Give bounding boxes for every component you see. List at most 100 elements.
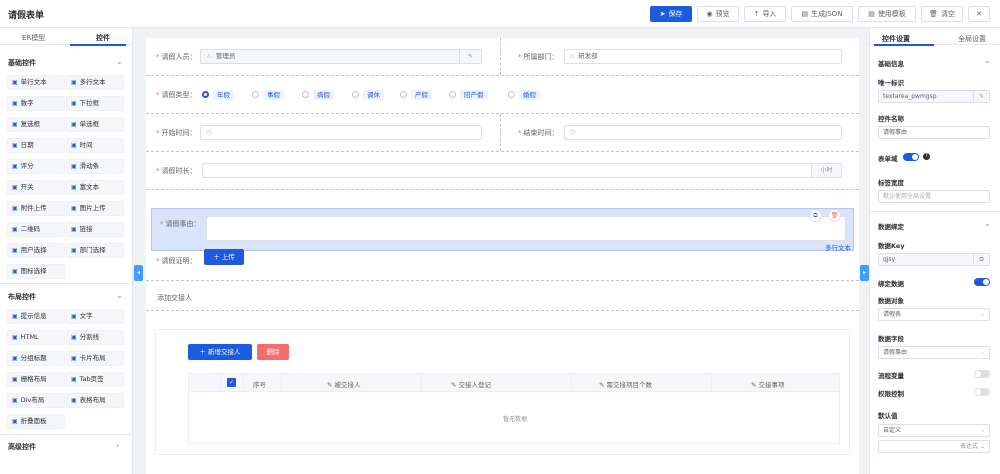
palette-item[interactable]: ▣ 分组标题 <box>7 351 65 366</box>
reason-textarea[interactable] <box>206 216 846 241</box>
generate-json-button[interactable]: ▤ 生成JSON <box>791 6 853 22</box>
palette-item[interactable]: ▣ 二维码 <box>7 222 65 237</box>
column-divider <box>220 374 221 391</box>
edit-icon[interactable]: ✎ <box>973 91 989 102</box>
column-divider <box>500 114 501 151</box>
palette-item[interactable]: ▣ 富文本 <box>66 180 124 195</box>
upload-button[interactable]: ＋ 上传 <box>204 249 244 265</box>
chevron-down-icon[interactable]: ⌄ <box>984 56 991 65</box>
palette-item[interactable]: ▣ 开关 <box>7 180 65 195</box>
clear-button[interactable]: 🗑 清空 <box>921 6 963 22</box>
basic-info-title[interactable]: 基础信息 <box>878 58 904 68</box>
tab-controls[interactable]: 控件 <box>96 33 110 43</box>
chevron-down-icon[interactable]: ⌄ <box>116 291 123 300</box>
palette-item[interactable]: ▣ 多行文本 <box>66 75 124 90</box>
palette-item[interactable]: ▣ 图片上传 <box>66 201 124 216</box>
data-key-field[interactable]: qjsy ⧉ <box>878 253 990 266</box>
permission-toggle[interactable] <box>974 388 990 396</box>
handover-subform: ＋ 新增交接人 删除 ✓ 序号 ✎ 被交接人 ✎ 交接人登记 ✎ 需交接项目个数… <box>155 329 850 455</box>
palette-item[interactable]: ▣ 链接 <box>66 222 124 237</box>
expression-input[interactable]: 表达式 ⌄ <box>878 440 990 453</box>
leave-type-radio[interactable]: 调休 <box>352 89 384 100</box>
bind-data-toggle[interactable] <box>974 278 990 286</box>
preview-button[interactable]: ◉ 预览 <box>697 6 739 22</box>
palette-item[interactable]: ▣ 图标选择 <box>7 264 65 279</box>
end-time-picker[interactable]: ◷ <box>564 125 842 140</box>
leave-type-radio[interactable]: 陪产假 <box>449 89 488 100</box>
radio-label: 婚假 <box>519 90 540 100</box>
close-button[interactable]: ✕ <box>968 6 990 22</box>
start-time-picker[interactable]: ◷ <box>200 125 482 140</box>
data-binding-title[interactable]: 数据绑定 <box>878 221 904 231</box>
import-button[interactable]: ⇡ 导入 <box>744 6 786 22</box>
trash-icon: 🗑 <box>929 10 938 18</box>
edit-icon: ✎ <box>451 381 459 389</box>
label-width-input[interactable]: 默认使用全局设置 <box>878 190 990 203</box>
divider <box>146 310 859 311</box>
data-object-select[interactable]: 请假表 ⌄ <box>878 308 990 321</box>
column-divider <box>571 374 572 391</box>
unique-id-field[interactable]: textarea_pwmgsp ✎ <box>878 90 990 103</box>
palette-item[interactable]: ▣ HTML <box>7 330 65 345</box>
leave-type-radio[interactable]: 病假 <box>302 89 334 100</box>
data-field-select[interactable]: 请假事由 ⌄ <box>878 346 990 359</box>
palette-item[interactable]: ▣ 文字 <box>66 309 124 324</box>
palette-item[interactable]: ▣ 时间 <box>66 138 124 153</box>
palette-item[interactable]: ▣ 提示信息 <box>7 309 65 324</box>
palette-item[interactable]: ▣ 单选框 <box>66 117 124 132</box>
advanced-controls-title[interactable]: 高级控件 <box>8 442 36 452</box>
add-handover-button[interactable]: ＋ 新增交接人 <box>188 344 252 360</box>
help-icon[interactable]: ? <box>923 153 930 160</box>
leave-type-radio[interactable]: 产假 <box>400 89 432 100</box>
chevron-right-icon[interactable]: › <box>116 441 119 450</box>
delete-icon[interactable]: 🗑 <box>828 209 841 222</box>
leave-type-radio[interactable]: 年假 <box>202 89 234 100</box>
control-type-icon: ▣ <box>71 355 77 362</box>
required-toggle[interactable] <box>903 153 919 161</box>
palette-item[interactable]: ▣ 下拉框 <box>66 96 124 111</box>
palette-item[interactable]: ▣ 复选框 <box>7 117 65 132</box>
use-template-button[interactable]: ▤ 使用模板 <box>858 6 916 22</box>
palette-item[interactable]: ▣ 部门选择 <box>66 243 124 258</box>
col-header-index: 序号 <box>253 381 266 389</box>
chevron-down-icon[interactable]: ⌄ <box>984 219 991 228</box>
palette-item[interactable]: ▣ 卡片布局 <box>66 351 124 366</box>
delete-button[interactable]: 删除 <box>257 344 289 360</box>
duration-input[interactable]: 小时 <box>202 163 842 178</box>
chevron-down-icon[interactable]: ⌄ <box>116 57 123 66</box>
palette-item[interactable]: ▣ 栅格布局 <box>7 372 65 387</box>
palette-item[interactable]: ▣ 分割线 <box>66 330 124 345</box>
tab-control-settings[interactable]: 控件设置 <box>882 34 910 44</box>
palette-item[interactable]: ▣ 数字 <box>7 96 65 111</box>
basic-controls-title[interactable]: 基础控件 <box>8 58 36 68</box>
leave-type-radio[interactable]: 事假 <box>252 89 284 100</box>
collapse-right-icon[interactable]: ▸ <box>860 265 869 281</box>
leave-type-radio[interactable]: 婚假 <box>508 89 540 100</box>
copy-icon[interactable]: ⧉ <box>809 209 822 222</box>
palette-item[interactable]: ▣ 评分 <box>7 159 65 174</box>
palette-item[interactable]: ▣ 滑动条 <box>66 159 124 174</box>
palette-item[interactable]: ▣ 用户选择 <box>7 243 65 258</box>
tab-global-settings[interactable]: 全局设置 <box>958 34 986 44</box>
layout-controls-title[interactable]: 布局控件 <box>8 292 36 302</box>
flow-variable-toggle[interactable] <box>974 370 990 378</box>
select-all-checkbox[interactable]: ✓ <box>227 378 236 387</box>
tab-er-model[interactable]: ER模型 <box>22 33 45 43</box>
control-name-input[interactable]: 请假事由 <box>878 126 990 139</box>
copy-icon[interactable]: ⧉ <box>973 254 989 265</box>
palette-item[interactable]: ▣ 附件上传 <box>7 201 65 216</box>
radio-label: 陪产假 <box>460 90 488 100</box>
collapse-left-icon[interactable]: ◂ <box>134 265 143 281</box>
palette-item[interactable]: ▣ Div布局 <box>7 393 65 408</box>
applicant-field[interactable]: ♙ 管理员 ✎ <box>200 49 482 64</box>
palette-item[interactable]: ▣ 折叠面板 <box>7 414 65 429</box>
palette-item[interactable]: ▣ 表格布局 <box>66 393 124 408</box>
edit-icon[interactable]: ✎ <box>459 50 481 63</box>
palette-item-label: 时间 <box>79 141 93 149</box>
palette-item[interactable]: ▣ 单行文本 <box>7 75 65 90</box>
save-button[interactable]: ➤ 保存 <box>650 6 692 22</box>
palette-item[interactable]: ▣ 日期 <box>7 138 65 153</box>
default-value-select[interactable]: 自定义 ⌄ <box>878 424 990 437</box>
palette-item[interactable]: ▣ Tab页签 <box>66 372 124 387</box>
department-field[interactable]: ⌂ 研发部 <box>564 49 842 64</box>
